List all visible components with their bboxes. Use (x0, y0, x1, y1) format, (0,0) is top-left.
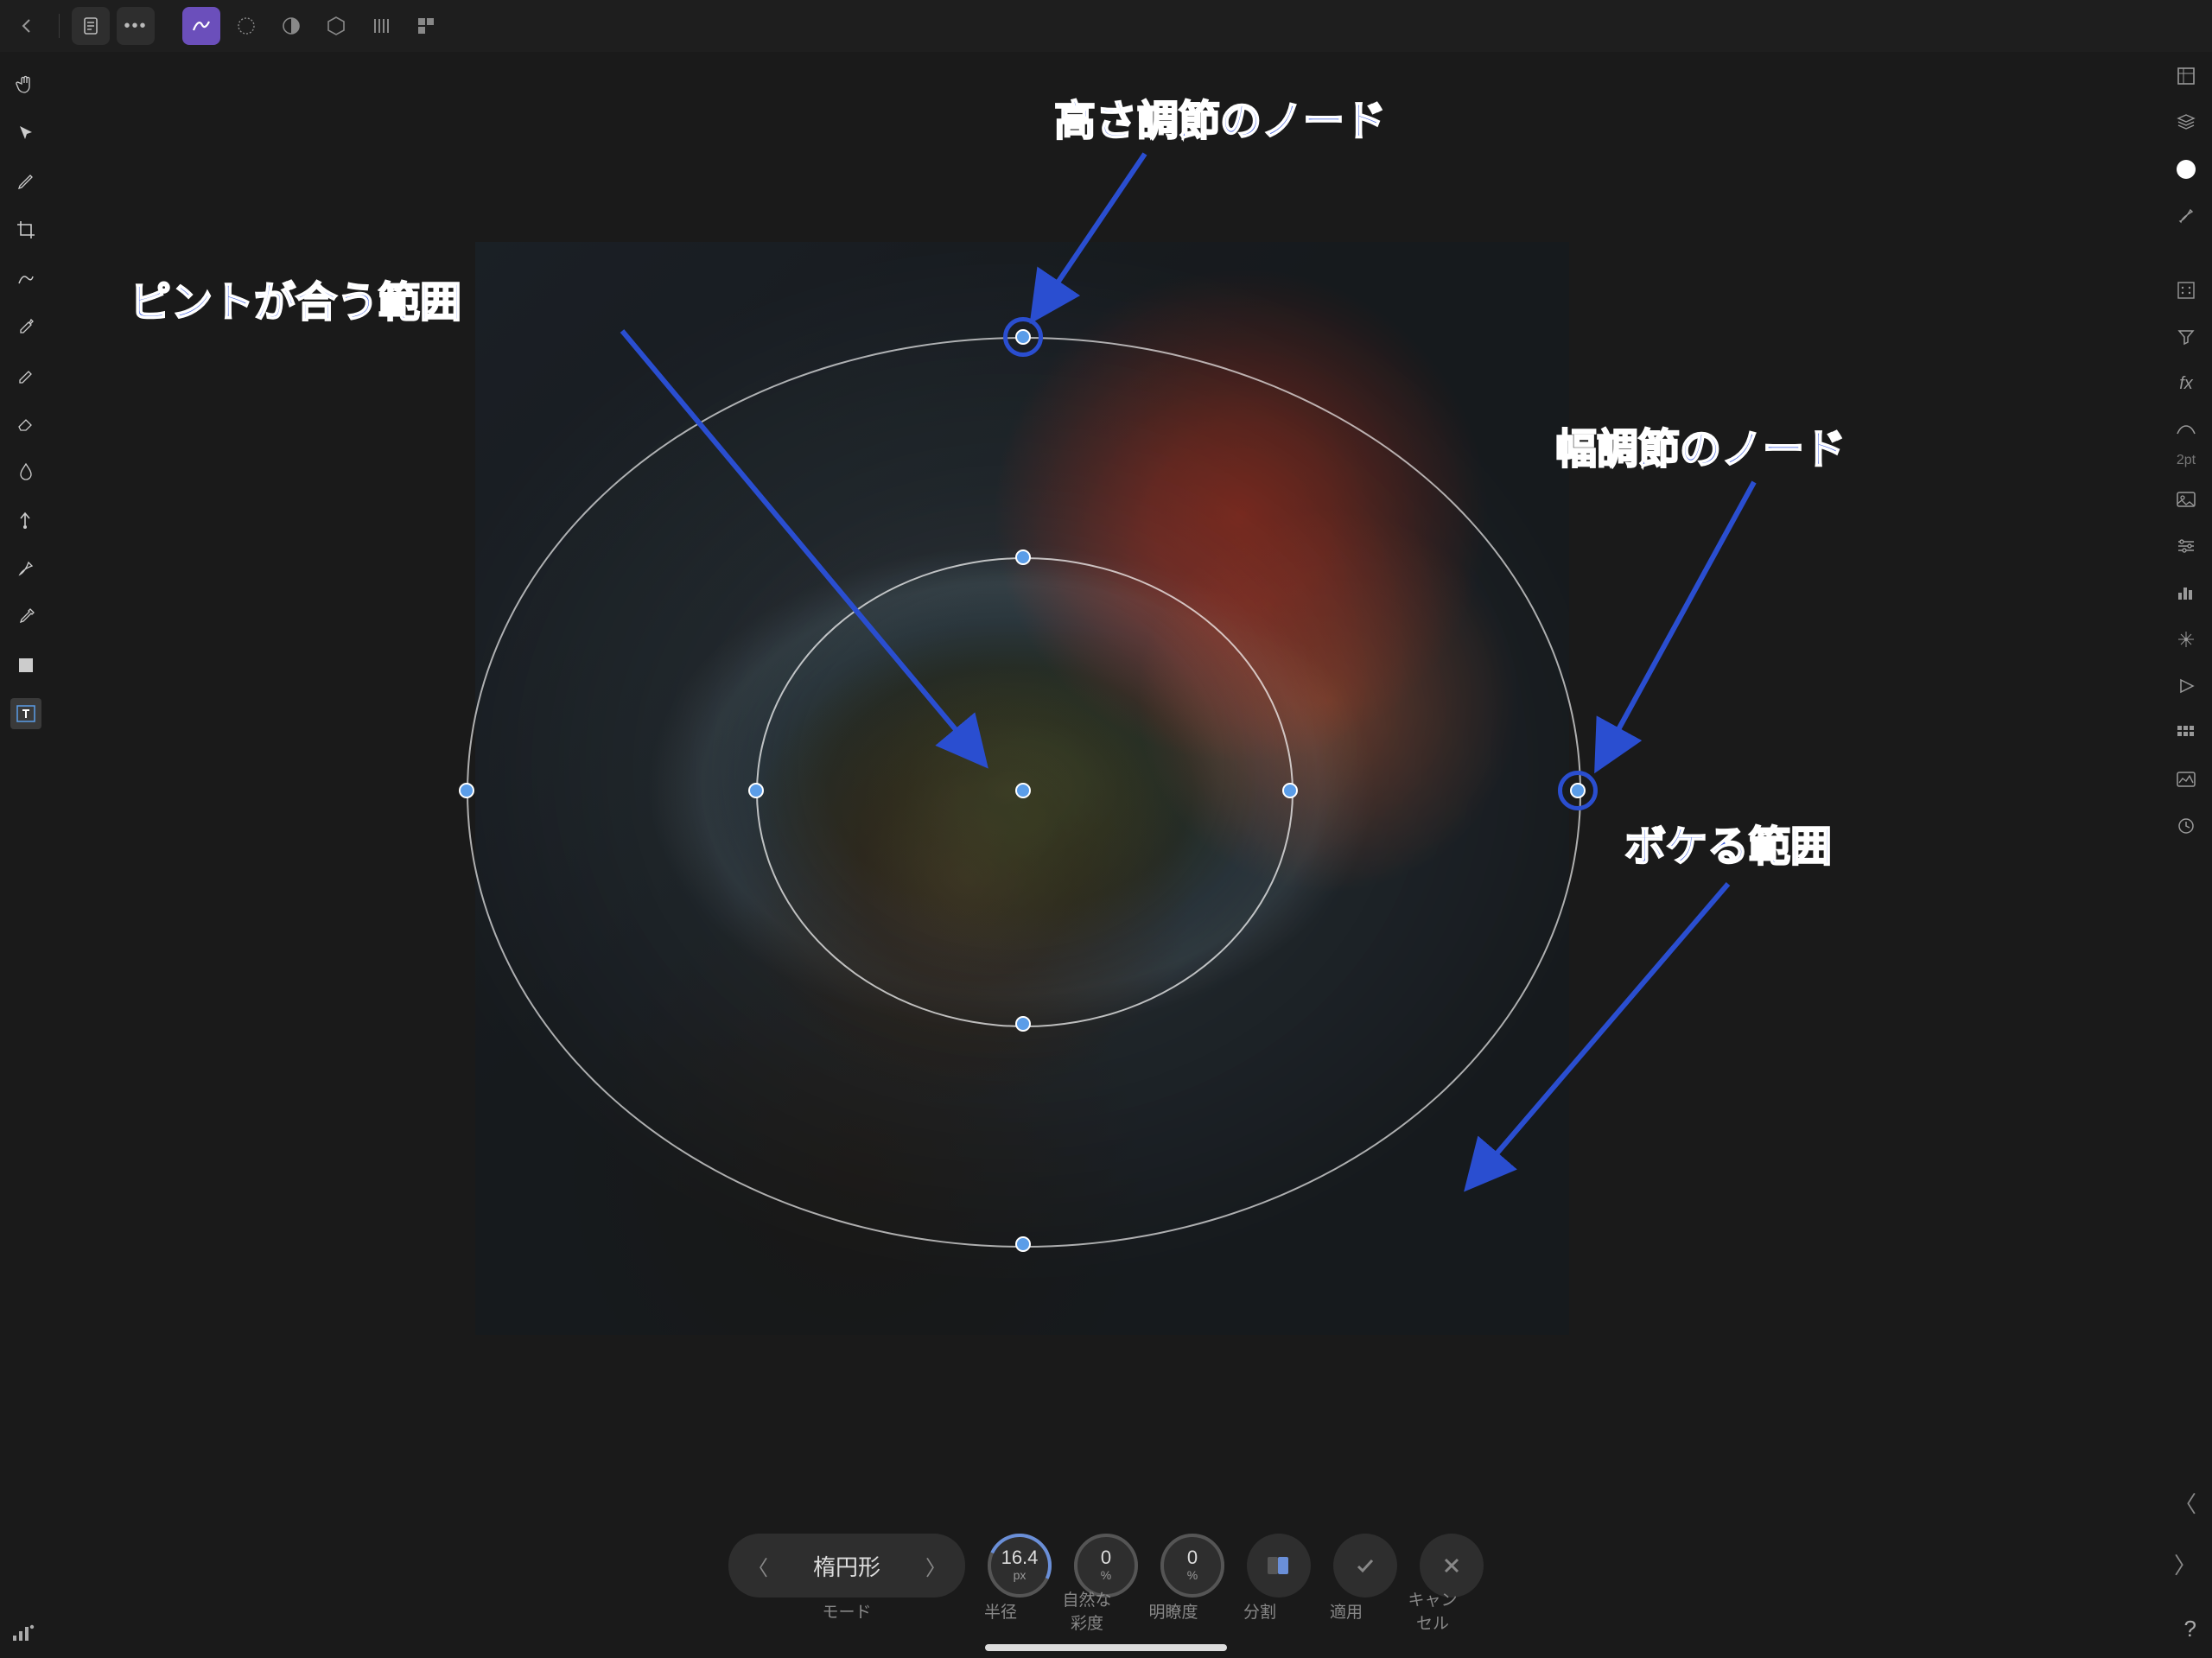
home-indicator (985, 1644, 1227, 1651)
full-view-button[interactable] (2171, 60, 2202, 92)
annotation-height-node: 高さ調節のノード (1054, 86, 1386, 147)
annotation-width-node: 幅調節のノード (1555, 415, 1846, 475)
brush-tool[interactable] (10, 166, 41, 197)
hand-tool[interactable] (10, 69, 41, 100)
crop-tool[interactable] (10, 214, 41, 245)
persona-export-button[interactable] (362, 7, 400, 45)
mode-label: モード (747, 1599, 946, 1623)
paint-tool[interactable] (10, 359, 41, 391)
outer-node-left[interactable] (459, 783, 474, 798)
top-toolbar: ••• (0, 0, 2212, 52)
adjustments-button[interactable] (2171, 530, 2202, 562)
persona-tone-button[interactable] (317, 7, 355, 45)
fx-button[interactable]: fx (2171, 368, 2202, 399)
more-button[interactable]: ••• (117, 7, 155, 45)
chevron-right-icon[interactable]: 〉 (925, 1551, 946, 1581)
arrow-width-node (1581, 475, 1771, 786)
text-tool[interactable] (10, 698, 41, 729)
eraser-tool[interactable] (10, 408, 41, 439)
canvas-area[interactable]: 高さ調節のノード ピントが合う範囲 幅調節のノード ボケる範囲 (52, 52, 2160, 1658)
swatches-button[interactable] (2171, 275, 2202, 306)
outer-node-right[interactable] (1570, 783, 1586, 798)
undo-redo-group: 〈 〉 (2174, 1487, 2196, 1580)
vibrance-label: 自然な彩度 (1055, 1587, 1119, 1634)
navigator-button[interactable] (2171, 670, 2202, 702)
selection-tool[interactable] (10, 263, 41, 294)
radius-label: 半径 (969, 1599, 1033, 1623)
back-button[interactable] (9, 7, 47, 45)
help-button[interactable]: ? (2184, 1616, 2196, 1642)
signal-icon (12, 1623, 35, 1642)
check-icon (1353, 1553, 1377, 1578)
redo-button[interactable]: 〉 (2174, 1548, 2196, 1580)
filter-button[interactable] (2171, 321, 2202, 353)
mode-value: 楕円形 (813, 1550, 880, 1582)
split-label: 分割 (1228, 1599, 1292, 1623)
separator (59, 14, 60, 38)
bottom-labels: モード 半径 自然な彩度 明瞭度 分割 適用 キャンセル (747, 1587, 1465, 1634)
histogram-button[interactable] (2171, 577, 2202, 608)
brush-panel-button[interactable] (2171, 200, 2202, 232)
smudge-tool[interactable] (10, 456, 41, 487)
channels-button[interactable] (2171, 764, 2202, 795)
clone-tool[interactable] (10, 505, 41, 536)
close-icon (1440, 1554, 1463, 1577)
history-button[interactable] (2171, 810, 2202, 842)
annotation-focus-range: ピントが合う範囲 (130, 268, 461, 328)
dropper-tool[interactable] (10, 601, 41, 632)
document-button[interactable] (72, 7, 110, 45)
photo-preview[interactable] (475, 242, 1569, 1335)
move-tool[interactable] (10, 118, 41, 149)
cancel-label: キャンセル (1401, 1587, 1465, 1634)
split-icon (1264, 1551, 1294, 1580)
persona-develop-button[interactable] (272, 7, 310, 45)
stock-button[interactable] (2171, 484, 2202, 515)
chevron-left-icon[interactable]: 〈 (747, 1551, 768, 1581)
persona-extra-button[interactable] (407, 7, 445, 45)
layers-button[interactable] (2171, 107, 2202, 138)
left-toolbar (0, 52, 52, 1658)
stroke-button[interactable] (2171, 415, 2202, 446)
undo-button[interactable]: 〈 (2174, 1487, 2196, 1519)
rectangle-tool[interactable] (10, 650, 41, 681)
transform-button[interactable] (2171, 624, 2202, 655)
clarity-label: 明瞭度 (1141, 1599, 1205, 1623)
pen-tool[interactable] (10, 553, 41, 584)
apply-label: 適用 (1314, 1599, 1378, 1623)
color-button[interactable] (2171, 154, 2202, 185)
grid-button[interactable] (2171, 717, 2202, 748)
eyedropper-tool[interactable] (10, 311, 41, 342)
persona-photo-button[interactable] (182, 7, 220, 45)
stroke-size-label: 2pt (2177, 453, 2196, 468)
right-toolbar: fx 2pt (2160, 52, 2212, 1658)
persona-liquify-button[interactable] (227, 7, 265, 45)
annotation-blur-range: ボケる範囲 (1624, 812, 1832, 873)
